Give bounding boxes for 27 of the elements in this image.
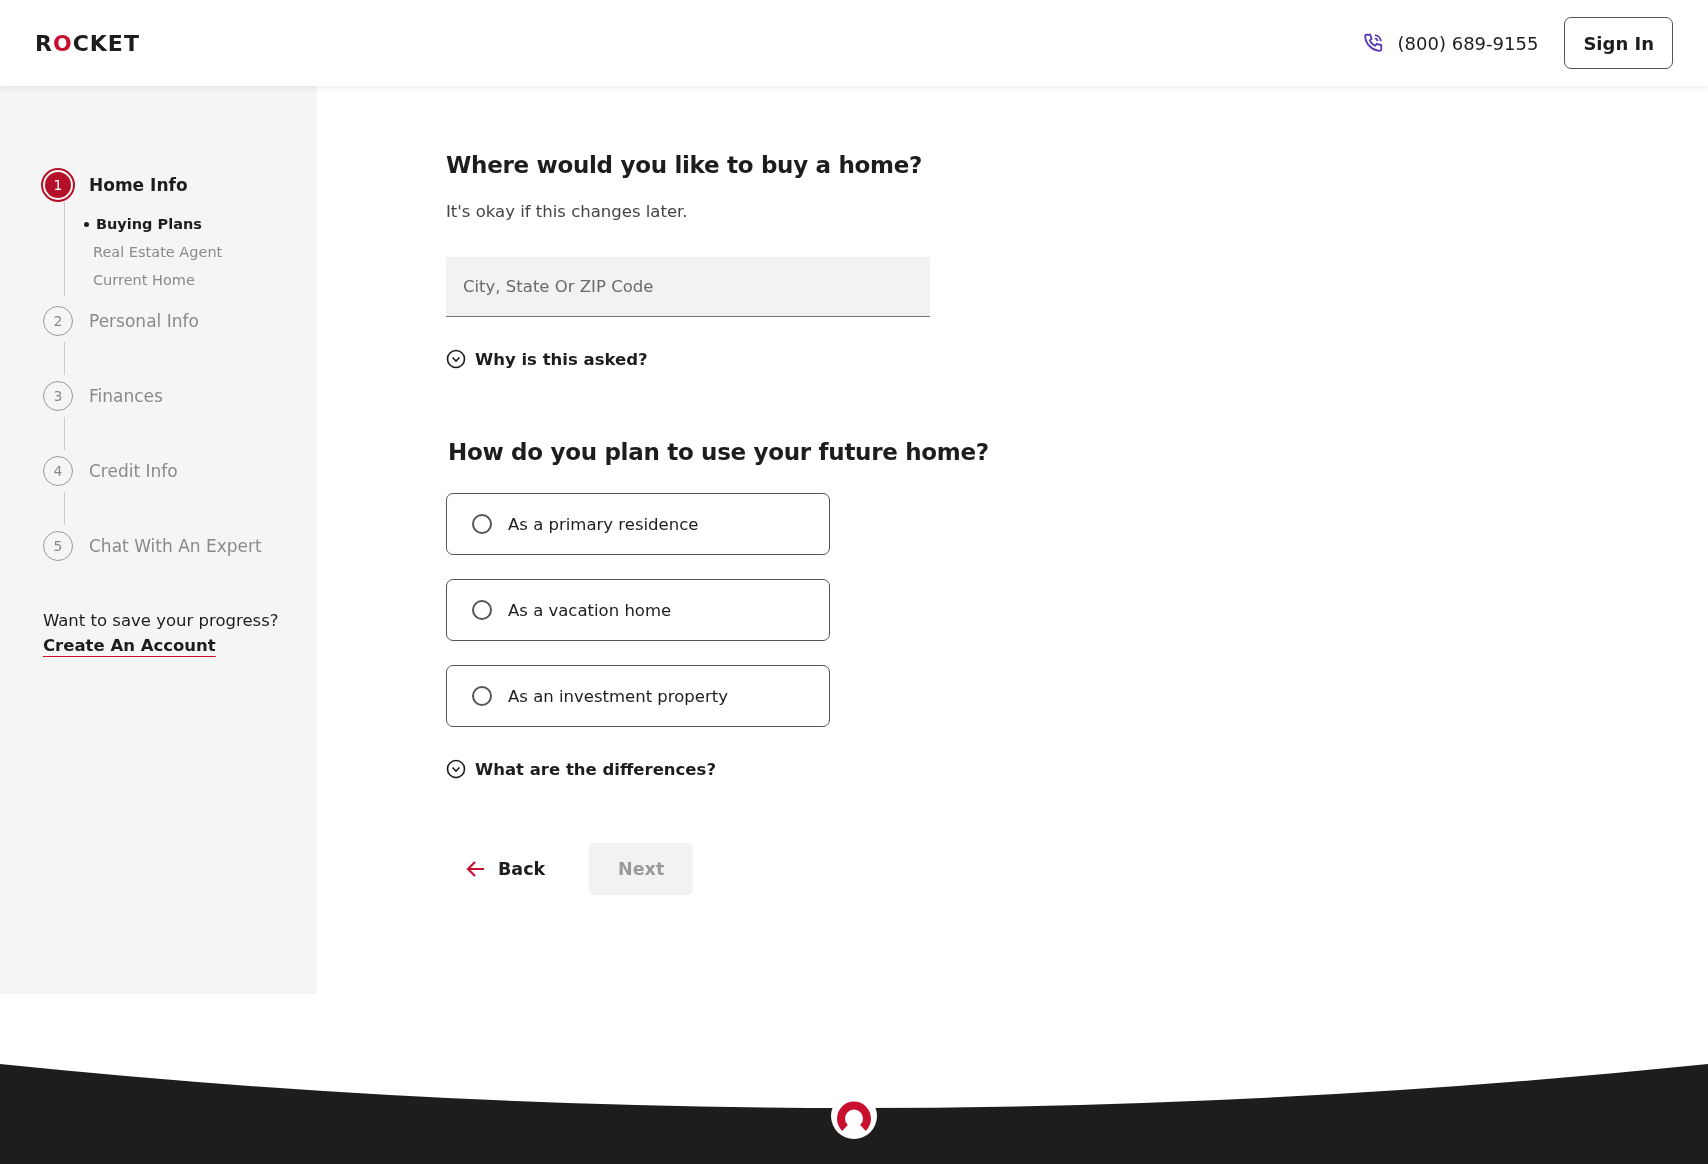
- chevron-down-circle-icon: [446, 759, 466, 779]
- question-heading: Where would you like to buy a home?: [446, 152, 923, 178]
- step-label[interactable]: Home Info: [89, 175, 188, 195]
- step-number: 1: [45, 172, 71, 198]
- help-link[interactable]: Why is this asked?: [475, 349, 648, 369]
- step-number: 4: [43, 456, 73, 486]
- phone-number[interactable]: (800) 689-9155: [1397, 32, 1539, 54]
- question-heading: How do you plan to use your future home?: [448, 439, 989, 465]
- back-button[interactable]: Back: [446, 849, 566, 889]
- phone-icon: [1361, 32, 1384, 54]
- substep-label[interactable]: Buying Plans: [96, 216, 202, 232]
- location-input-field[interactable]: City, State Or ZIP Code: [446, 257, 930, 317]
- logo-icon: [837, 1101, 871, 1131]
- logo[interactable]: ROCKET: [35, 30, 140, 56]
- radio-option[interactable]: As an investment property: [446, 665, 830, 727]
- hint-text: It's okay if this changes later.: [446, 202, 689, 221]
- step-number: 5: [43, 531, 73, 561]
- help-link[interactable]: What are the differences?: [475, 759, 716, 779]
- sign-in-button[interactable]: Sign In: [1564, 17, 1673, 69]
- save-prompt: Want to save your progress?: [43, 611, 280, 630]
- radio-option[interactable]: As a vacation home: [446, 579, 830, 641]
- radio-option[interactable]: As a primary residence: [446, 493, 830, 555]
- create-account-link[interactable]: Create An Account: [43, 636, 216, 655]
- chevron-down-circle-icon: [446, 349, 466, 369]
- step-number: 2: [43, 306, 73, 336]
- step-number: 3: [43, 381, 73, 411]
- arrow-left-icon: [466, 860, 486, 878]
